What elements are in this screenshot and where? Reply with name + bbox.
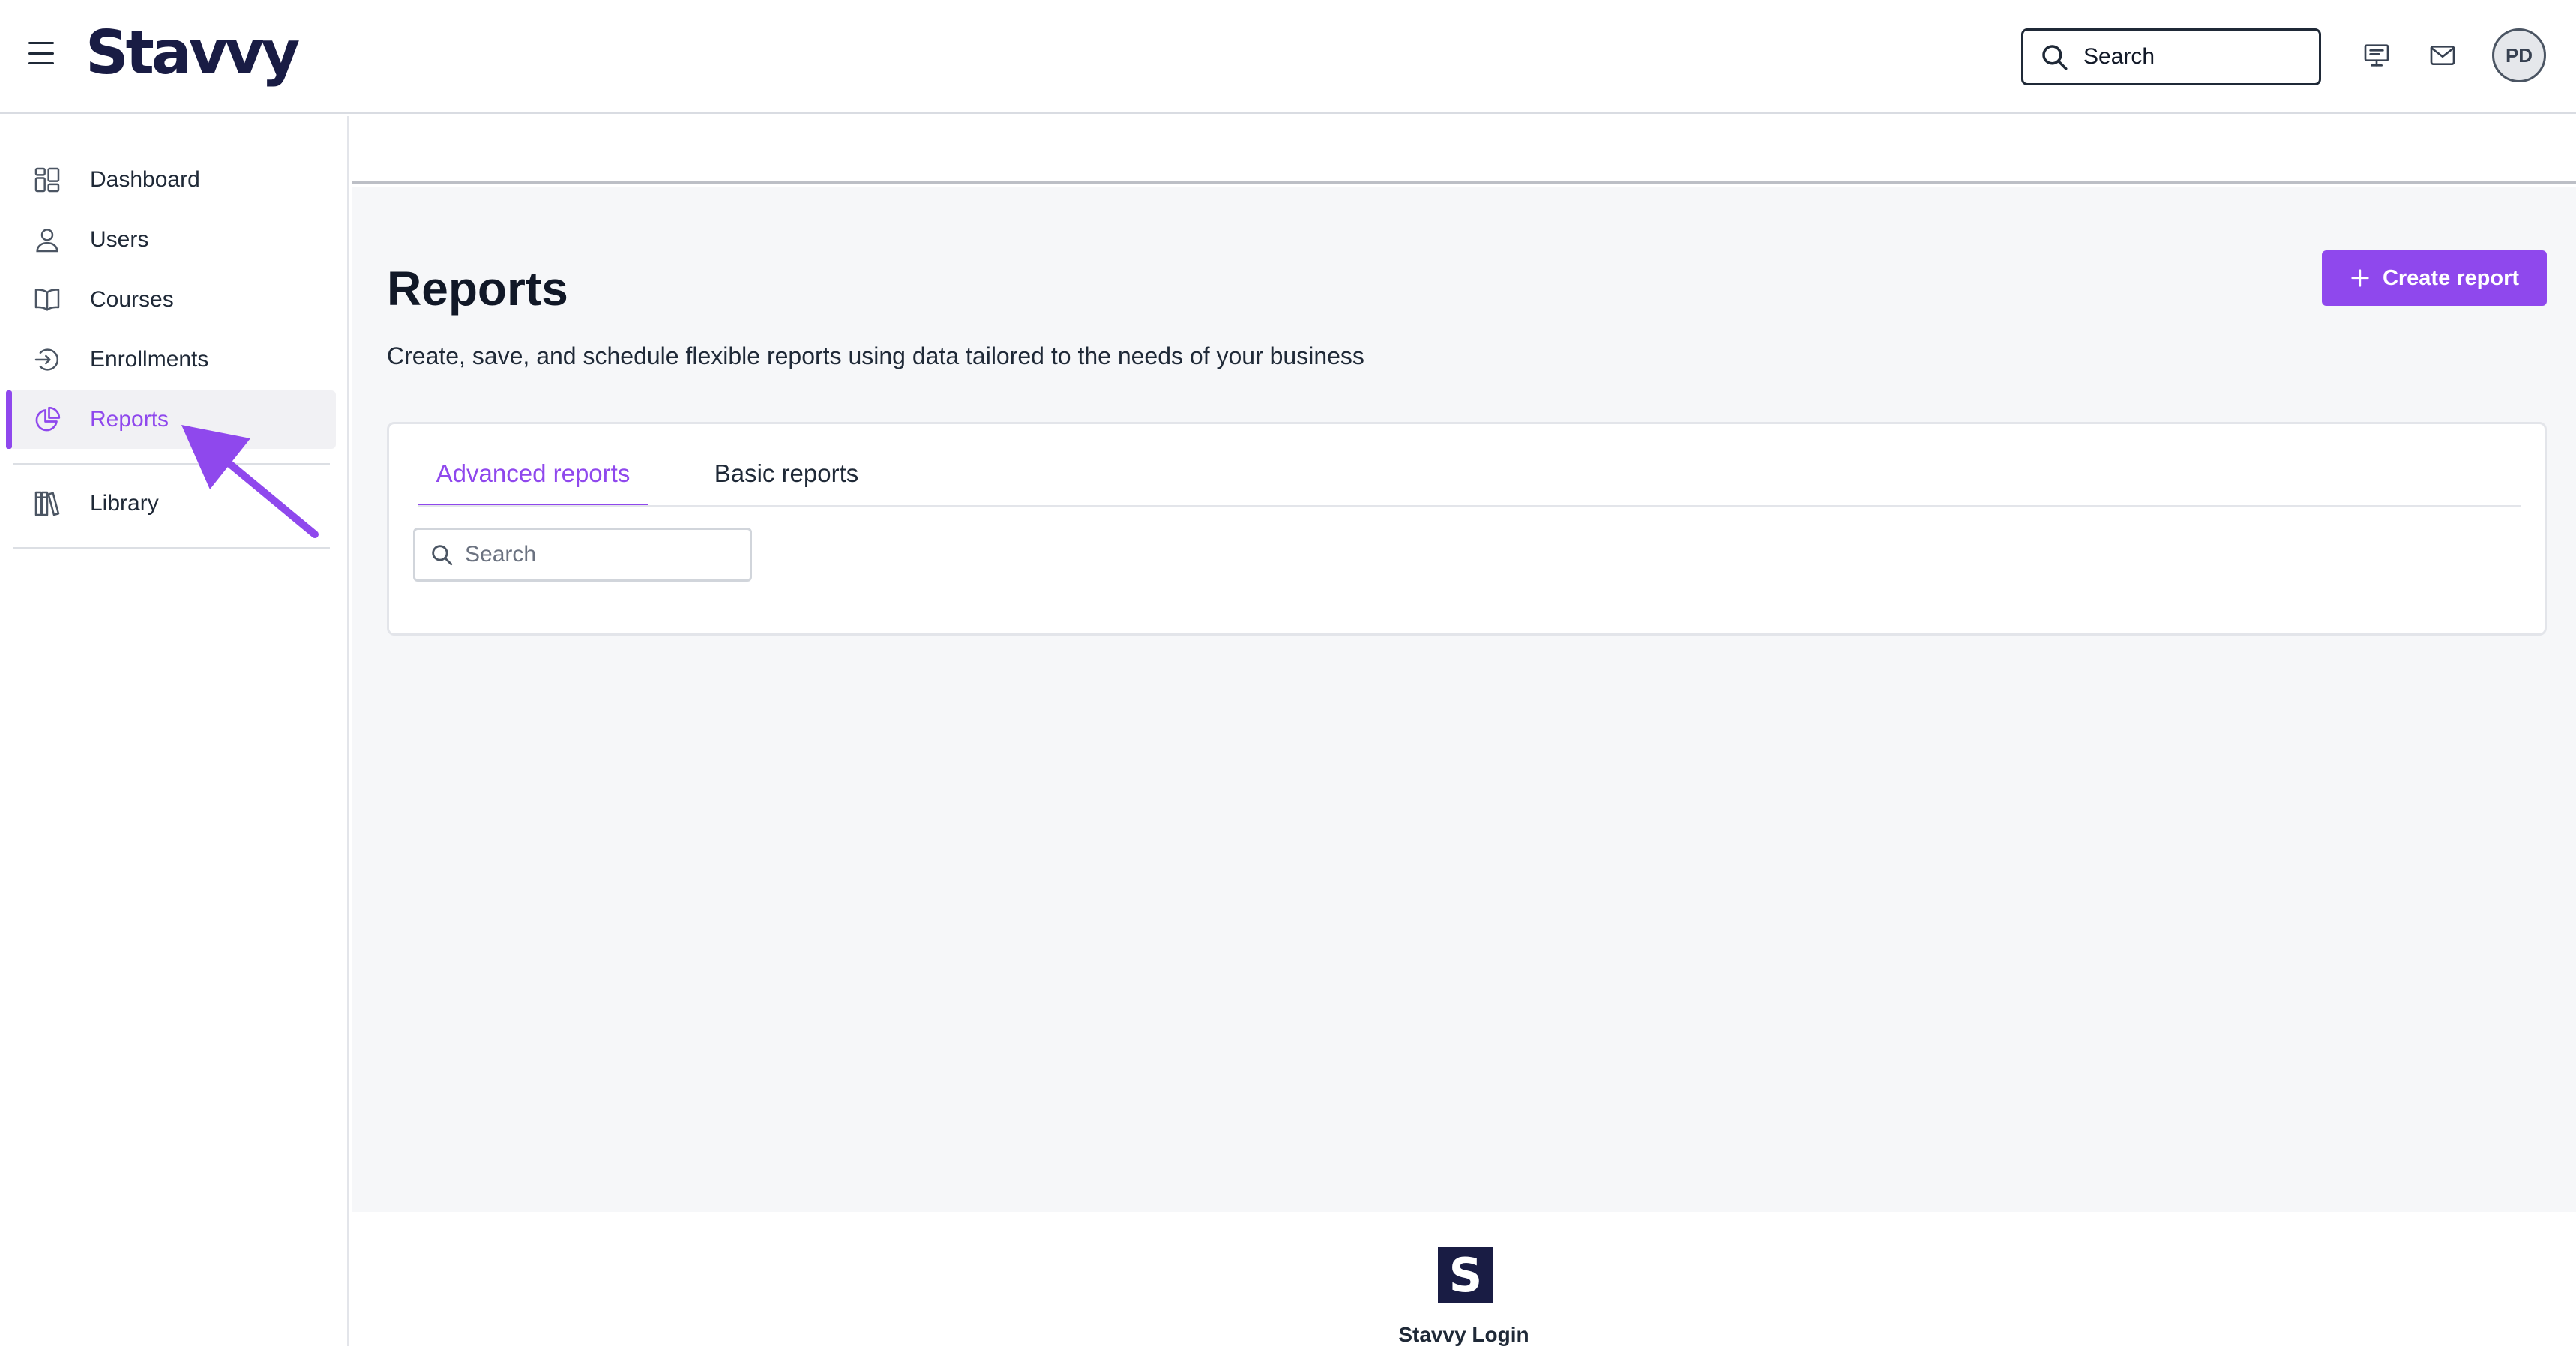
sidebar-item-label: Dashboard xyxy=(90,167,200,192)
search-icon xyxy=(432,545,453,566)
sidebar-item-enrollments[interactable]: Enrollments xyxy=(9,331,336,389)
create-report-label: Create report xyxy=(2382,265,2520,290)
search-icon xyxy=(2042,45,2068,70)
tab-advanced-reports[interactable]: Advanced reports xyxy=(418,447,648,507)
sidebar-item-users[interactable]: Users xyxy=(9,211,336,269)
user-avatar[interactable]: PD xyxy=(2492,28,2546,82)
enroll-icon xyxy=(31,344,63,375)
brand-logo[interactable]: Stavvy xyxy=(85,19,300,87)
pie-chart-icon xyxy=(31,404,63,435)
mail-icon[interactable] xyxy=(2426,39,2459,72)
sidebar-item-label: Reports xyxy=(90,407,169,432)
sidebar-item-label: Library xyxy=(90,491,159,516)
header-search-input[interactable] xyxy=(2083,44,2308,70)
tab-basic-reports[interactable]: Basic reports xyxy=(689,447,884,507)
annotation-arrow-icon xyxy=(181,425,319,538)
sidebar-item-courses[interactable]: Courses xyxy=(9,271,336,329)
page-subtitle: Create, save, and schedule flexible repo… xyxy=(387,342,1364,369)
header-search[interactable] xyxy=(2021,28,2321,85)
sidebar-item-label: Enrollments xyxy=(90,347,209,372)
sidebar-item-dashboard[interactable]: Dashboard xyxy=(9,151,336,209)
top-bar: Stavvy PD xyxy=(0,0,2576,114)
create-report-button[interactable]: Create report xyxy=(2322,250,2547,306)
page-title: Reports xyxy=(387,262,568,316)
sidebar: Dashboard Users Courses Enrollments Repo… xyxy=(0,116,349,1346)
main-content: Reports Create, save, and schedule flexi… xyxy=(352,187,2576,1212)
reports-search-input[interactable] xyxy=(465,542,735,567)
main-toolbar xyxy=(352,116,2576,184)
reports-card: Advanced reports Basic reports xyxy=(387,422,2547,636)
dashboard-icon xyxy=(31,164,63,196)
presentation-icon[interactable] xyxy=(2360,39,2393,72)
sidebar-divider xyxy=(13,547,330,549)
user-icon xyxy=(31,224,63,256)
footer: S Stavvy Login xyxy=(352,1212,2576,1346)
menu-icon[interactable] xyxy=(28,42,54,64)
sidebar-item-label: Users xyxy=(90,227,149,252)
book-icon xyxy=(31,284,63,316)
sidebar-item-label: Courses xyxy=(90,287,174,312)
footer-text: Stavvy Login xyxy=(1398,1323,1529,1346)
library-icon xyxy=(31,488,63,519)
plus-icon xyxy=(2351,269,2369,287)
tabs-divider xyxy=(418,505,2521,507)
reports-search[interactable] xyxy=(413,528,752,582)
footer-logo: S xyxy=(1438,1247,1493,1303)
